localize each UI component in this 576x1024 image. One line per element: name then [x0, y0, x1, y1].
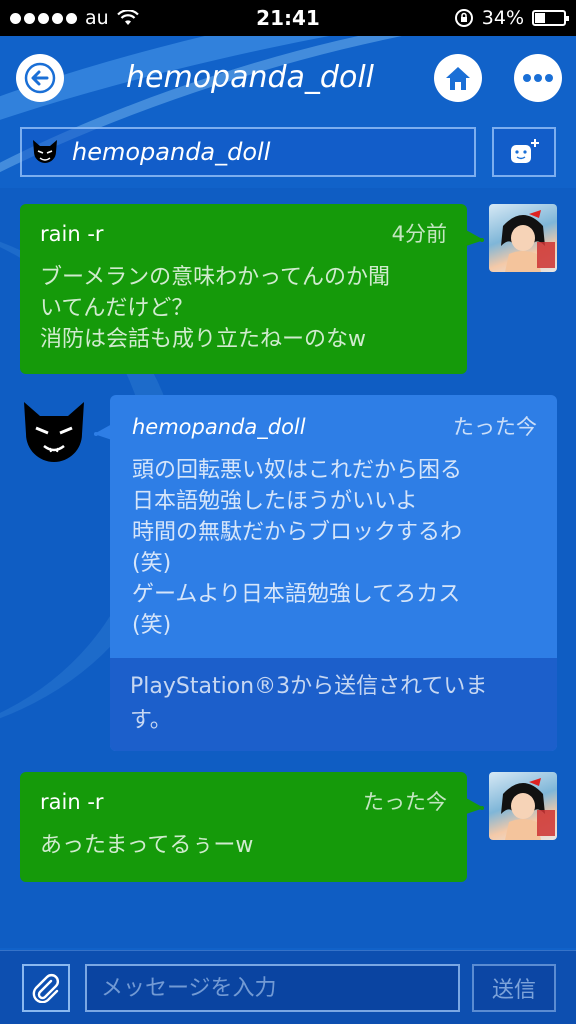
- message-bubble[interactable]: rain -r たった今 あったまってるぅーw: [20, 772, 467, 882]
- message-bubble[interactable]: hemopanda_doll たった今 頭の回転悪い奴はこれだから困る 日本語勉…: [110, 395, 557, 751]
- page-title: hemopanda_doll: [126, 60, 374, 95]
- message-text: ブーメランの意味わかってんのか聞 いてんだけど？ 消防は会話も成り立たねーのなw: [40, 265, 391, 352]
- battery-percent: 34%: [481, 7, 524, 29]
- message-bubble[interactable]: rain -r 4分前 ブーメランの意味わかってんのか聞 いてんだけど？ 消防は…: [20, 204, 467, 374]
- back-button[interactable]: [16, 54, 64, 102]
- message-sender: hemopanda_doll: [132, 415, 306, 439]
- cat-avatar-icon: [33, 140, 57, 163]
- bubble-tail-icon: [466, 798, 484, 814]
- message-sender: rain -r: [40, 790, 104, 814]
- message-input[interactable]: [85, 964, 460, 1012]
- header: hemopanda_doll: [0, 36, 576, 116]
- message-input-bar: 送信: [0, 950, 576, 1024]
- battery-icon: [532, 10, 569, 26]
- message-time: たった今: [363, 790, 447, 814]
- rotation-lock-icon: [454, 9, 473, 27]
- add-participant-button[interactable]: [492, 127, 556, 177]
- more-button[interactable]: [514, 54, 562, 102]
- back-arrow-icon: [24, 62, 56, 94]
- avatar[interactable]: [489, 204, 557, 272]
- send-button[interactable]: 送信: [472, 964, 556, 1012]
- message-time: 4分前: [391, 222, 447, 246]
- home-button[interactable]: [434, 54, 482, 102]
- status-bar: au 21:41 34%: [0, 0, 576, 36]
- message-text: あったまってるぅーw: [40, 833, 254, 858]
- paperclip-icon: [32, 974, 59, 1003]
- status-time: 21:41: [256, 6, 320, 30]
- message-text: 頭の回転悪い奴はこれだから困る 日本語勉強したほうがいいよ 時間の無駄だからブロ…: [132, 458, 463, 638]
- avatar[interactable]: [489, 772, 557, 840]
- carrier-label: au: [85, 7, 109, 29]
- conversation-participant-bar[interactable]: hemopanda_doll: [20, 127, 476, 177]
- message-source-footer: PlayStation®3から送信されていま す。: [110, 658, 557, 751]
- more-icon: [523, 74, 553, 82]
- attach-button[interactable]: [22, 964, 70, 1012]
- home-icon: [446, 67, 470, 90]
- anime-girl-avatar-icon: [501, 778, 555, 840]
- add-friend-icon: [511, 139, 539, 163]
- message-sender: rain -r: [40, 222, 104, 246]
- signal-strength-icon: [10, 12, 77, 24]
- participant-name: hemopanda_doll: [72, 138, 271, 166]
- message-time: たった今: [453, 415, 537, 439]
- bubble-tail-icon: [466, 230, 484, 246]
- anime-girl-avatar-icon: [501, 210, 555, 272]
- cat-avatar-icon[interactable]: [20, 398, 88, 466]
- wifi-icon: [116, 10, 139, 25]
- bubble-tail-icon: [94, 424, 112, 440]
